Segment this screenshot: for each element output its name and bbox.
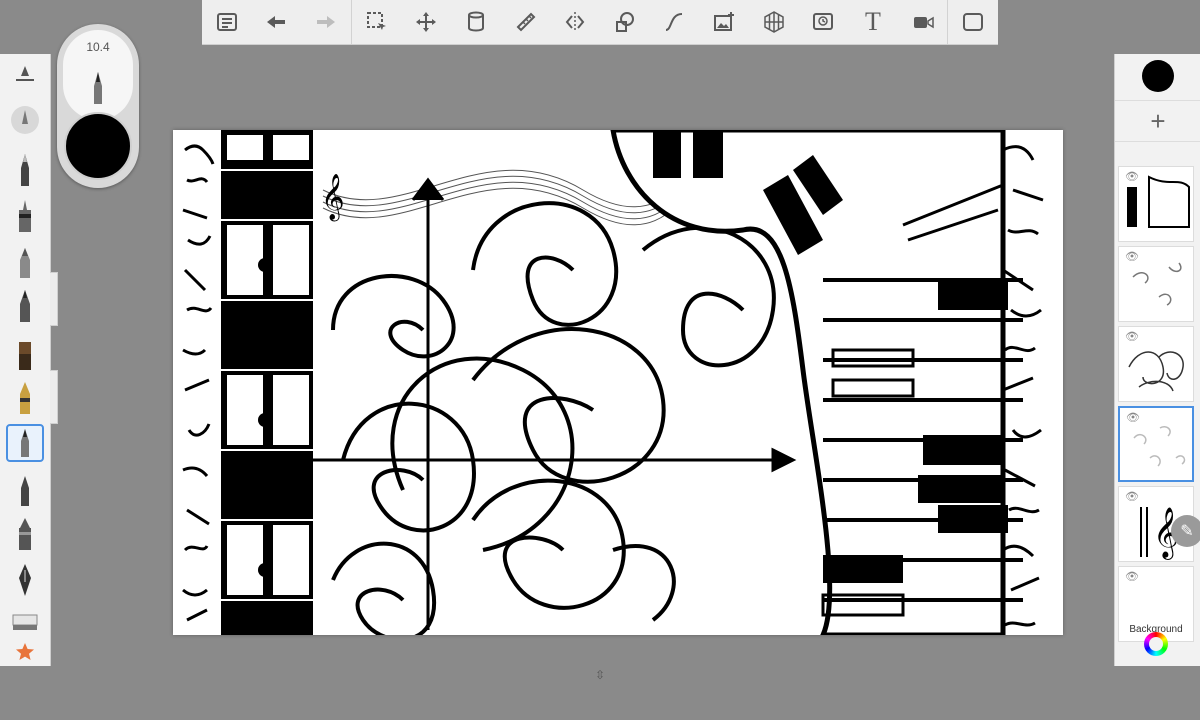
canvas-handle-icon[interactable]: ⇳ xyxy=(593,668,607,682)
curve-icon[interactable] xyxy=(650,0,700,44)
pencil-brush-icon[interactable] xyxy=(5,102,45,138)
fountain-pen-icon[interactable] xyxy=(5,516,45,552)
list-icon[interactable] xyxy=(202,0,252,44)
technical-pen-icon[interactable] xyxy=(5,198,45,234)
undo-icon[interactable] xyxy=(252,0,302,44)
paint-brush-icon[interactable] xyxy=(5,336,45,372)
layer-thumbnail[interactable]: 👁 xyxy=(1118,166,1194,242)
edit-layer-icon[interactable]: ✎ xyxy=(1171,515,1200,547)
layer-thumbnail-active[interactable]: 👁 xyxy=(1118,406,1194,482)
video-icon[interactable] xyxy=(898,0,948,44)
layer-color-swatch[interactable] xyxy=(1142,60,1174,92)
text-icon[interactable]: T xyxy=(848,0,898,44)
airbrush-icon[interactable] xyxy=(5,380,45,416)
redo-icon[interactable] xyxy=(301,0,351,44)
brush-puck[interactable]: 10.4 xyxy=(57,24,139,188)
selected-brush-icon[interactable] xyxy=(6,424,44,462)
shapes-icon[interactable] xyxy=(600,0,650,44)
brush-properties-icon[interactable] xyxy=(5,56,45,92)
symmetry-icon[interactable] xyxy=(550,0,600,44)
current-color-swatch[interactable] xyxy=(64,112,132,180)
eye-icon[interactable]: 👁 xyxy=(1125,170,1139,183)
layer-thumbnail[interactable]: 👁 xyxy=(1118,246,1194,322)
eye-icon[interactable]: 👁 xyxy=(1125,250,1139,263)
favorites-star-icon[interactable] xyxy=(5,634,45,670)
brush-size-value: 10.4 xyxy=(86,40,110,54)
brush-size-control[interactable]: 10.4 xyxy=(63,30,133,120)
layers-panel: + 👁 👁 👁 👁 👁 𝄞 👁 Background xyxy=(1114,54,1200,666)
fineliner-icon[interactable] xyxy=(5,472,45,508)
add-layer-button[interactable]: + xyxy=(1115,100,1200,142)
time-lapse-icon[interactable] xyxy=(799,0,849,44)
color-wheel-icon[interactable] xyxy=(1144,632,1168,656)
fill-icon[interactable] xyxy=(451,0,501,44)
marker-icon[interactable] xyxy=(5,244,45,280)
eye-icon[interactable]: 👁 xyxy=(1125,570,1139,583)
brush-preview-icon xyxy=(94,72,102,104)
ballpoint-pen-icon[interactable] xyxy=(5,152,45,188)
eye-icon[interactable]: 👁 xyxy=(1125,330,1139,343)
top-toolbar: T xyxy=(202,0,998,45)
perspective-icon[interactable] xyxy=(749,0,799,44)
background-layer[interactable]: 👁 Background xyxy=(1118,566,1194,642)
fullscreen-icon[interactable] xyxy=(948,0,998,44)
panel-tab[interactable] xyxy=(50,370,58,424)
image-icon[interactable] xyxy=(699,0,749,44)
felt-pen-icon[interactable] xyxy=(5,288,45,324)
ruler-icon[interactable] xyxy=(501,0,551,44)
drawing-canvas[interactable]: 𝄞 xyxy=(173,127,1063,642)
artwork: 𝄞 xyxy=(182,127,1044,642)
select-icon[interactable] xyxy=(352,0,402,44)
treble-clef-mark: 𝄞 xyxy=(321,174,345,222)
eye-icon[interactable]: 👁 xyxy=(1126,411,1140,424)
move-icon[interactable] xyxy=(402,0,452,44)
eye-icon[interactable]: 👁 xyxy=(1125,490,1139,503)
text-tool-label: T xyxy=(864,7,881,36)
panel-tab[interactable] xyxy=(50,272,58,326)
ink-nib-icon[interactable] xyxy=(5,562,45,598)
brush-library xyxy=(0,54,51,666)
layer-thumbnail[interactable]: 👁 xyxy=(1118,326,1194,402)
